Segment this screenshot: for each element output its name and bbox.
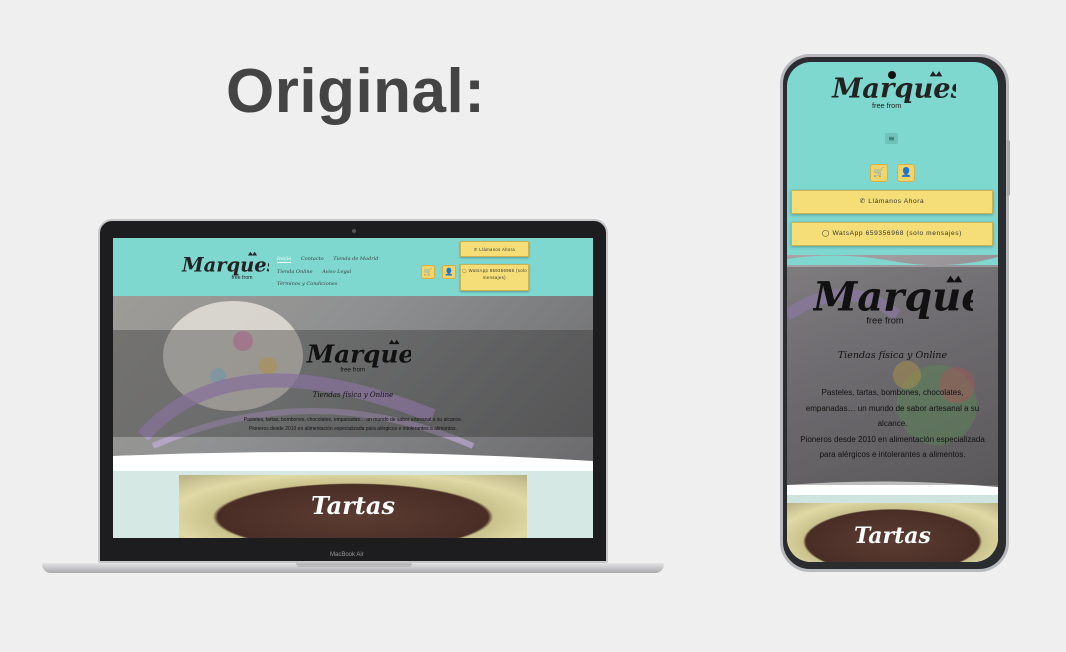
whatsapp-icon: ◯ [461, 268, 469, 273]
nav-item-aviso-legal[interactable]: Aviso Legal [322, 269, 351, 275]
whatsapp-label-mobile: WatsApp 659356968 (solo mensajes) [832, 230, 962, 237]
svg-text:Marques: Marques [813, 273, 973, 320]
header-icons-mobile: 🛒 👤 [870, 160, 919, 182]
section-title-mobile: Tartas [854, 523, 931, 549]
call-now-button[interactable]: ✆ Llámanos Ahora [460, 241, 529, 257]
call-now-label: Llámanos Ahora [479, 247, 516, 252]
nav-item-inicio[interactable]: Inicio [277, 256, 292, 263]
hero-logo-mobile: Marques free from [813, 273, 973, 326]
tartas-section-mobile: Tartas [787, 495, 998, 562]
page-heading: Original: [226, 57, 486, 126]
hero-banner-mobile: Marques free from Tiendas física y Onlin… [787, 255, 998, 495]
phone-camera [888, 71, 896, 79]
nav-item-tienda-online[interactable]: Tienda Online [277, 269, 313, 275]
whatsapp-button-mobile[interactable]: ◯ WatsApp 659356968 (solo mensajes) [791, 222, 993, 246]
main-nav: Inicio Contacto Tienda de Madrid Tienda … [273, 256, 413, 293]
hero-logo: Marques free from [306, 340, 411, 374]
phone-icon: ✆ [859, 198, 869, 205]
svg-text:free from: free from [872, 101, 901, 110]
svg-text:free from: free from [866, 316, 904, 326]
hero-subtitle-mobile: Tiendas física y Online [837, 350, 948, 361]
cart-icon[interactable]: 🛒 [421, 265, 435, 279]
call-now-button-mobile[interactable]: ✆ Llámanos Ahora [791, 190, 993, 214]
header-icons: 🛒 👤 [421, 259, 458, 279]
tartas-section: Tartas [113, 471, 593, 538]
svg-text:free from: free from [340, 367, 365, 374]
laptop-screen: Marques free from Inicio Contacto Tienda… [113, 238, 593, 538]
section-title: Tartas [311, 491, 395, 520]
nav-item-tienda-madrid[interactable]: Tienda de Madrid [333, 256, 378, 262]
hero-line-1: Pasteles, tartas, bombones, chocolates, … [243, 417, 463, 423]
nav-item-contacto[interactable]: Contacto [301, 256, 324, 262]
brand-logo[interactable]: Marques free from [179, 251, 269, 281]
site-header: Marques free from Inicio Contacto Tienda… [113, 238, 593, 296]
hero-line-2-mobile: Pioneros desde 2010 en alimentación espe… [800, 434, 985, 460]
svg-text:Marques: Marques [306, 340, 411, 369]
menu-icon[interactable]: ≡ [885, 133, 898, 144]
user-icon[interactable]: 👤 [442, 265, 457, 279]
hero-description-mobile: Pasteles, tartas, bombones, chocolates, … [797, 385, 988, 463]
hero-banner: Marques free from Tiendas física y Onlin… [113, 296, 593, 471]
phone-screen: Marques free from ≡ 🛒 👤 ✆ Llámanos Ahora… [787, 62, 998, 562]
laptop-camera [352, 229, 356, 233]
svg-text:free from: free from [232, 275, 254, 281]
svg-text:Marques: Marques [181, 253, 269, 276]
whatsapp-button[interactable]: ◯ WatsApp 659356968 (solo mensajes) [460, 264, 529, 291]
hero-line-1-mobile: Pasteles, tartas, bombones, chocolates, … [805, 388, 980, 428]
user-icon[interactable]: 👤 [897, 164, 916, 182]
nav-item-terminos[interactable]: Términos y Condiciones [277, 281, 337, 287]
whatsapp-icon: ◯ [822, 230, 833, 237]
phone-side-button [1007, 140, 1010, 196]
whatsapp-label: WatsApp 659356968 (solo mensajes) [468, 268, 528, 280]
hero-subtitle: Tiendas física y Online [312, 391, 394, 399]
laptop-notch [296, 563, 412, 567]
cart-icon[interactable]: 🛒 [870, 164, 888, 182]
hero-line-2: Pioneros desde 2010 en alimentación espe… [249, 426, 457, 432]
hero-description: Pasteles, tartas, bombones, chocolates, … [113, 416, 593, 434]
call-now-label-mobile: Llámanos Ahora [868, 198, 925, 205]
laptop-model-label: MacBook Air [330, 552, 364, 558]
